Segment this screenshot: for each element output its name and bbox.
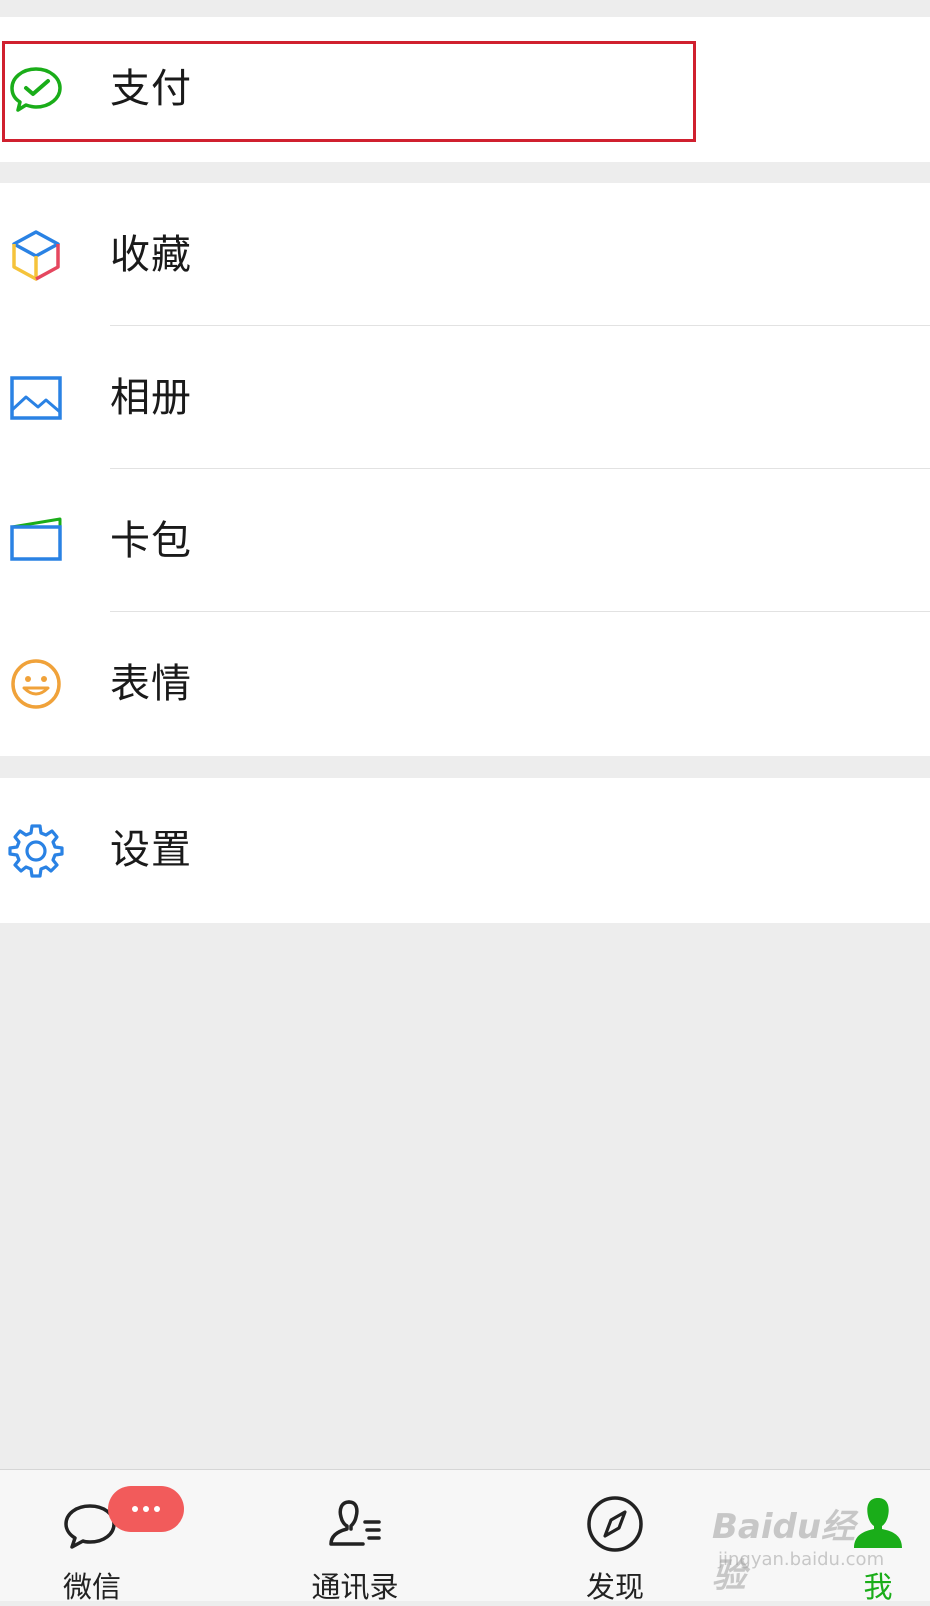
menu-item-settings[interactable]: 设置 [0,778,930,923]
tab-contacts[interactable]: 通讯录 [285,1470,425,1604]
menu-item-stickers[interactable]: 表情 [0,612,930,757]
unread-badge [108,1486,184,1532]
menu-item-label: 相册 [110,375,192,421]
menu-item-label: 收藏 [110,232,192,278]
menu-item-label: 卡包 [110,518,192,564]
gear-icon [8,822,64,878]
menu-item-cards[interactable]: 卡包 [0,469,930,614]
menu-item-label: 表情 [110,661,192,707]
cube-icon [8,227,64,283]
card-icon [8,513,64,569]
menu-item-album[interactable]: 相册 [0,326,930,471]
bottom-tab-bar: 微信 通讯录 发现 我 Baidu经验 jingyan.baidu.com [0,1469,930,1604]
watermark: Baidu经验 jingyan.baidu.com [712,1499,885,1596]
tab-discover[interactable]: 发现 [545,1470,685,1604]
compass-icon [583,1492,647,1556]
picture-icon [8,370,64,426]
menu-item-label: 设置 [110,827,192,873]
menu-item-favorites[interactable]: 收藏 [0,183,930,328]
menu-group-settings: 设置 [0,778,930,923]
highlight-box [2,41,696,142]
smiley-icon [8,656,64,712]
menu-group-collections: 收藏 相册 卡包 表情 [0,183,930,756]
contacts-icon [323,1492,387,1556]
watermark-url: jingyan.baidu.com [718,1549,885,1570]
watermark-logo: Baidu经验 [712,1507,856,1596]
